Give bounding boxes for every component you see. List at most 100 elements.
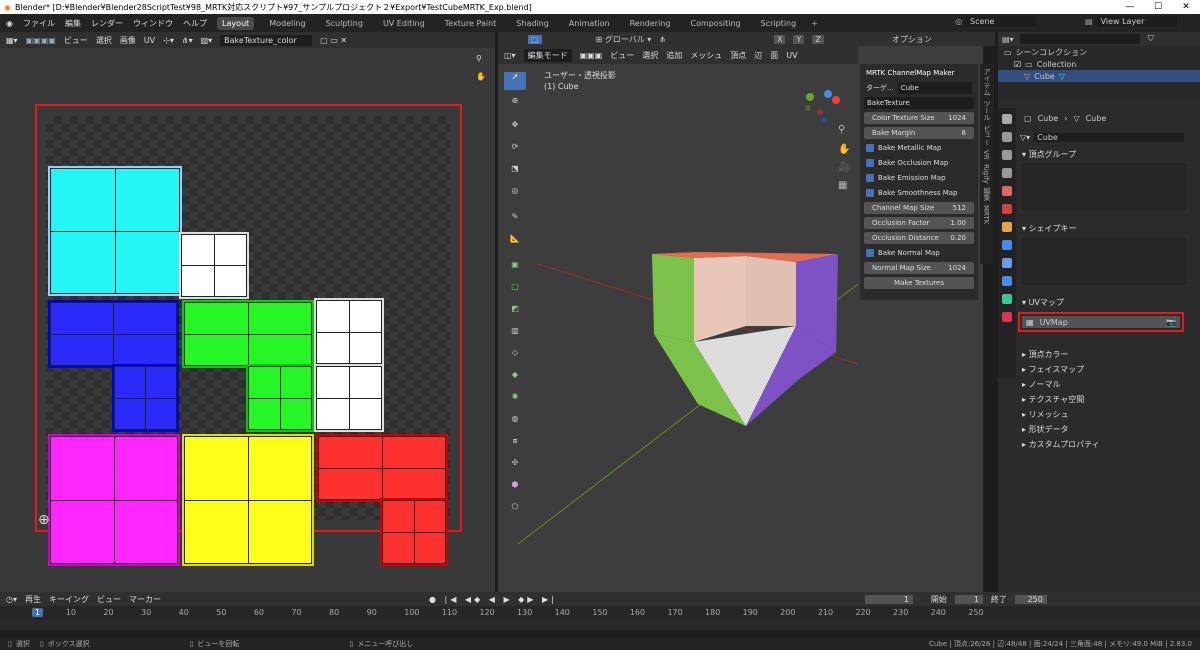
section-vertex-groups[interactable]: ▾ 頂点グループ bbox=[1016, 148, 1200, 162]
close-icon[interactable]: ✕ bbox=[1172, 0, 1200, 14]
editor-type-icon[interactable]: ▦▾ bbox=[6, 36, 18, 45]
grid-nav-icon[interactable]: ▦ bbox=[838, 180, 847, 191]
bake-texture-field[interactable]: BakeTexture bbox=[864, 97, 974, 109]
section-collapsed-2[interactable]: ▸ ノーマル bbox=[1016, 378, 1200, 393]
vp-menu-select[interactable]: 選択 bbox=[642, 50, 658, 61]
world-tab-icon[interactable] bbox=[1002, 204, 1012, 214]
tab-view[interactable]: ビュー bbox=[982, 125, 992, 146]
current-frame-field[interactable]: 1 bbox=[864, 594, 913, 604]
image-name-field[interactable]: BakeTexture_color bbox=[220, 34, 313, 46]
timeline-editor-icon[interactable]: ◷▾ bbox=[6, 595, 17, 604]
menu-edit[interactable]: 編集 bbox=[65, 18, 81, 29]
tab-layout[interactable]: Layout bbox=[216, 16, 255, 30]
scene-selector[interactable]: ◎ Scene bbox=[955, 16, 1036, 27]
checkbox-checked-icon[interactable] bbox=[866, 249, 874, 257]
object-tab-icon[interactable] bbox=[1002, 222, 1012, 232]
uv-menu-uv[interactable]: UV bbox=[144, 36, 155, 45]
outliner-root[interactable]: ▭ シーンコレクション bbox=[998, 46, 1200, 58]
start-field[interactable]: 1 bbox=[954, 594, 983, 604]
axis-z[interactable]: Z bbox=[812, 34, 824, 44]
tab-mrtk[interactable]: MRTK bbox=[982, 205, 990, 224]
view-layer-selector[interactable]: ▤ View Layer bbox=[1085, 16, 1177, 27]
playback-controls[interactable]: ● |◀ ◀◆ ◀ ▶ ◆▶ ▶| bbox=[429, 595, 557, 604]
uv-island-face[interactable] bbox=[382, 500, 446, 564]
section-collapsed-4[interactable]: ▸ リメッシュ bbox=[1016, 408, 1200, 423]
section-collapsed-3[interactable]: ▸ テクスチャ空間 bbox=[1016, 393, 1200, 408]
uv-island-face[interactable] bbox=[316, 300, 382, 364]
viewport-nav-buttons[interactable]: ⚲ ✋ 🎥 ▦ bbox=[838, 124, 850, 191]
outliner-editor-icon[interactable]: ▤▾ bbox=[1002, 35, 1014, 44]
new-image-icon[interactable]: ▢ ▭ ✕ bbox=[320, 36, 347, 45]
uv-island-face[interactable] bbox=[318, 436, 446, 500]
vp-menu-uv[interactable]: UV bbox=[786, 51, 797, 60]
tab-animation[interactable]: Animation bbox=[564, 17, 615, 30]
uv-island-face[interactable] bbox=[50, 436, 178, 564]
tab-edit[interactable]: 編集 bbox=[982, 187, 992, 201]
uv-island-face[interactable] bbox=[316, 366, 382, 430]
tab-vr[interactable]: VR bbox=[982, 150, 990, 160]
minimize-icon[interactable]: — bbox=[1116, 0, 1144, 14]
image-browse-icon[interactable]: ▨▾ bbox=[201, 36, 213, 45]
mesh-data-selector[interactable]: ▽▾ Cube bbox=[998, 130, 1200, 144]
tab-compositing[interactable]: Compositing bbox=[685, 17, 745, 30]
axis-x[interactable]: X bbox=[774, 34, 786, 44]
output-tab-icon[interactable] bbox=[1002, 150, 1012, 160]
uv-island-face[interactable] bbox=[114, 366, 177, 430]
tab-scripting[interactable]: Scripting bbox=[756, 17, 802, 30]
mode-dropdown[interactable]: 編集モード bbox=[523, 48, 572, 62]
outliner-search[interactable] bbox=[1019, 34, 1140, 44]
vp-menu-vertex[interactable]: 頂点 bbox=[730, 50, 746, 61]
2d-cursor-icon[interactable]: ⊕ bbox=[38, 512, 50, 528]
check-1[interactable]: Bake Occlusion Map bbox=[864, 157, 974, 169]
checkbox-checked-icon[interactable] bbox=[866, 189, 874, 197]
tl-menu-view[interactable]: ビュー bbox=[97, 594, 121, 605]
uv-map-item[interactable]: ▦ UVMap 📷 bbox=[1022, 316, 1180, 328]
menu-help[interactable]: ヘルプ bbox=[183, 18, 207, 29]
pivot-icon[interactable]: ⊹▾ bbox=[163, 36, 174, 45]
tab-texture-paint[interactable]: Texture Paint bbox=[440, 17, 502, 30]
vertex-groups-list[interactable] bbox=[1020, 162, 1188, 212]
select-mode-icons[interactable]: ▣▣▣▣ bbox=[26, 36, 56, 45]
checkbox-icon[interactable]: ☑ bbox=[1014, 60, 1021, 69]
outliner-collection[interactable]: ☑ ▭ Collection bbox=[998, 58, 1200, 70]
mesh-browse-icon[interactable]: ▽▾ bbox=[1020, 133, 1030, 142]
material-tab-icon[interactable] bbox=[1002, 312, 1012, 322]
scene-tab-icon[interactable] bbox=[1002, 186, 1012, 196]
uv-editor-canvas[interactable]: ⚲ ✋ ⊕ bbox=[0, 48, 495, 592]
mrtk-panel-title[interactable]: MRTK ChannelMap Maker bbox=[864, 67, 974, 79]
tab-rendering[interactable]: Rendering bbox=[625, 17, 676, 30]
navigation-gizmo[interactable] bbox=[805, 90, 840, 123]
axis-y[interactable]: Y bbox=[793, 34, 805, 44]
tab-modeling[interactable]: Modeling bbox=[264, 17, 310, 30]
field2-2[interactable]: Occlusion Distance 0.20 bbox=[864, 232, 974, 244]
section-collapsed-6[interactable]: ▸ カスタムプロパティ bbox=[1016, 438, 1200, 453]
tab-uv-editing[interactable]: UV Editing bbox=[378, 17, 430, 30]
section-collapsed-5[interactable]: ▸ 形状データ bbox=[1016, 423, 1200, 438]
tab-tool[interactable]: ツール bbox=[982, 100, 992, 121]
section-uv-maps[interactable]: ▾ UVマップ bbox=[1016, 296, 1200, 310]
mesh-data-name[interactable]: Cube bbox=[1034, 132, 1185, 142]
blender-menu-icon[interactable]: ◉ bbox=[6, 19, 13, 28]
check-2[interactable]: Bake Emission Map bbox=[864, 172, 974, 184]
pan-hand-icon[interactable]: ✋ bbox=[476, 72, 486, 81]
vp-menu-mesh[interactable]: メッシュ bbox=[690, 50, 722, 61]
tab-sculpting[interactable]: Sculpting bbox=[321, 17, 368, 30]
uv-island-face[interactable] bbox=[184, 302, 312, 366]
tl-menu-playback[interactable]: 再生 bbox=[25, 594, 41, 605]
make-textures-button[interactable]: Make Textures bbox=[864, 277, 974, 289]
section-shape-keys[interactable]: ▾ シェイプキー bbox=[1016, 222, 1200, 236]
snap-magnet-icon[interactable]: ⋔ bbox=[659, 35, 666, 44]
checkbox-checked-icon[interactable] bbox=[866, 144, 874, 152]
uv-menu-view[interactable]: ビュー bbox=[64, 35, 88, 46]
select-tool-icon[interactable]: ⬚ bbox=[528, 34, 542, 44]
target-row[interactable]: ターゲ... Cube bbox=[864, 82, 974, 94]
end-field[interactable]: 250 bbox=[1014, 594, 1047, 604]
shape-keys-list[interactable] bbox=[1020, 236, 1188, 286]
uv-island-face[interactable] bbox=[248, 366, 312, 430]
uv-island-face[interactable] bbox=[50, 168, 180, 294]
physics-tab-icon[interactable] bbox=[1002, 276, 1012, 286]
tab-shading[interactable]: Shading bbox=[511, 17, 554, 30]
mesh-data-tab-icon[interactable] bbox=[1002, 294, 1012, 304]
menu-file[interactable]: ファイル bbox=[23, 18, 55, 29]
3d-viewport[interactable]: ユーザー・透視投影 (1) Cube ➚ ⊕ ✥ ⟳ ⬔ ◎ ✎ 📐 ▣ ▢ ◩… bbox=[498, 64, 858, 592]
